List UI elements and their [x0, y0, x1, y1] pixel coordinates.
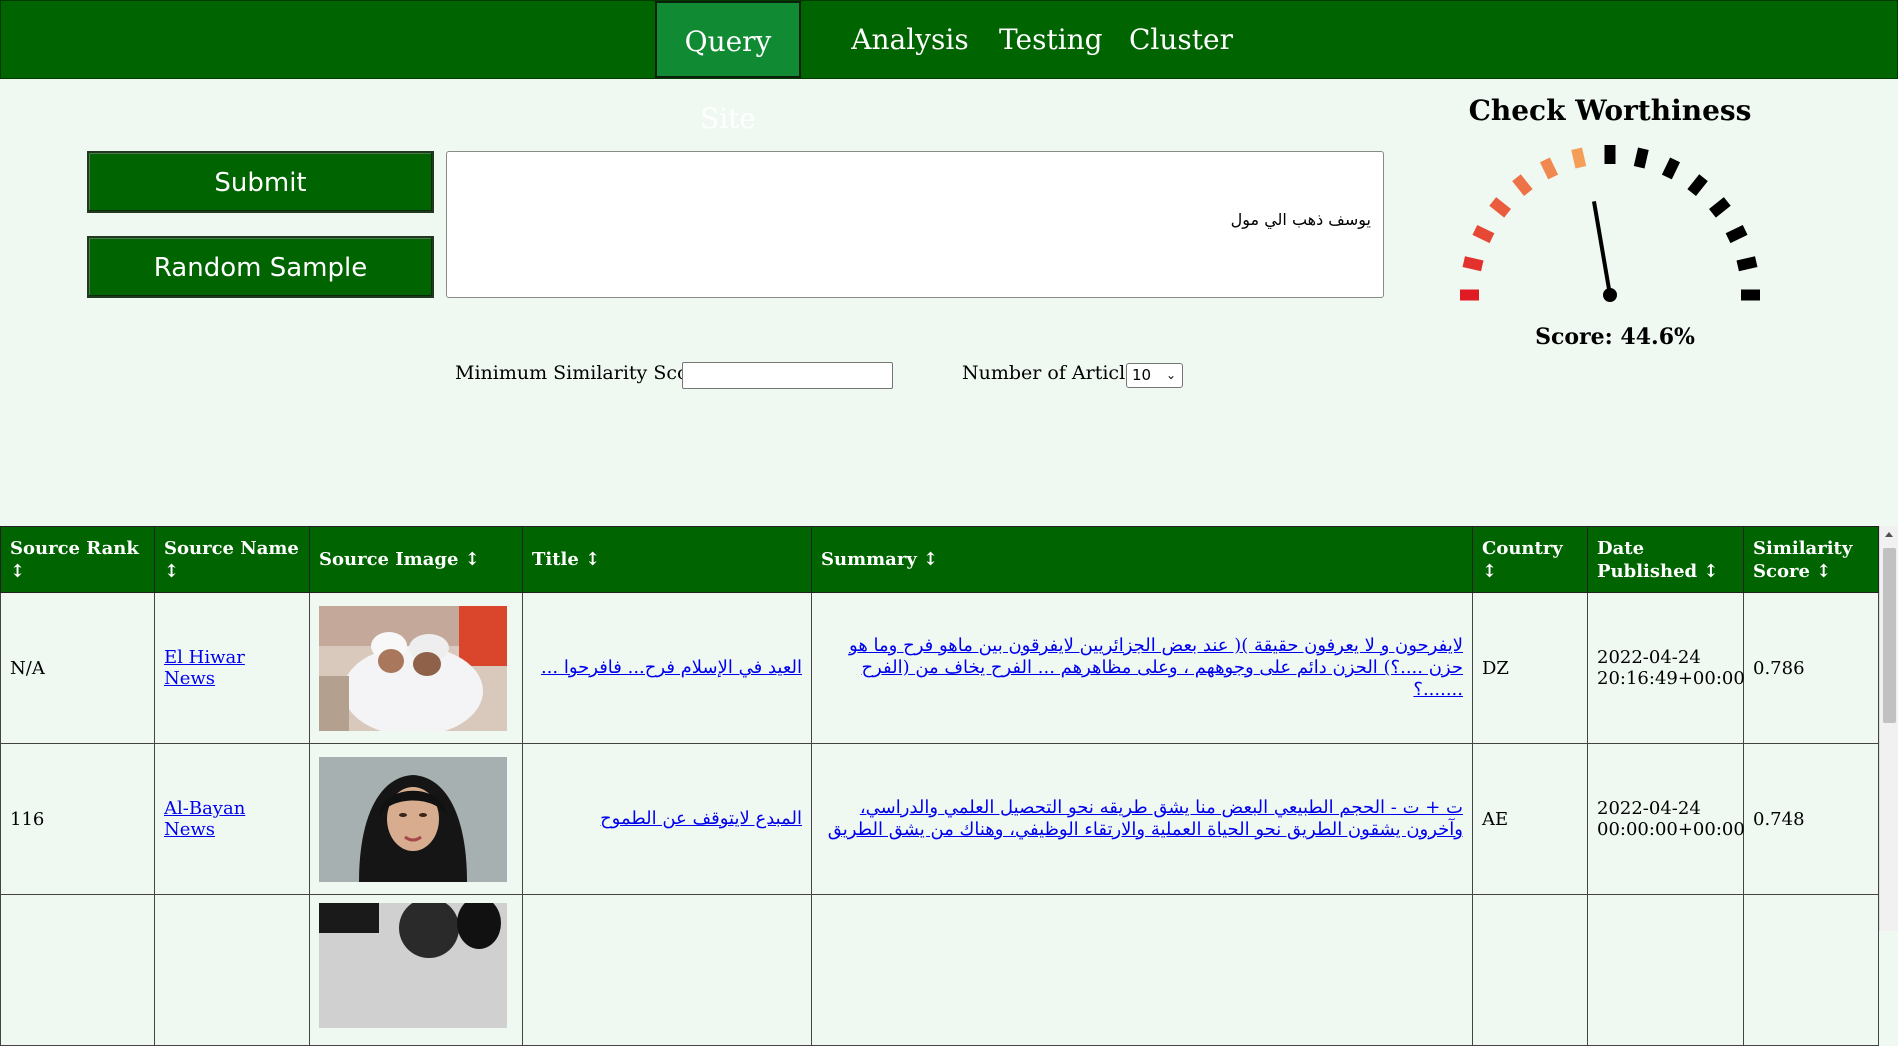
cell-rank: N/A: [0, 592, 155, 744]
header-source-rank[interactable]: Source Rank ↕: [0, 526, 155, 593]
gauge-tick: [1472, 224, 1495, 244]
header-source-image[interactable]: Source Image ↕: [309, 526, 523, 593]
cell-title: العيد في الإسلام فرح... فافرحوا ...: [522, 592, 812, 744]
similarity-input[interactable]: [682, 362, 893, 389]
gauge-tick: [1708, 197, 1731, 218]
source-image[interactable]: [319, 756, 507, 882]
cell-summary: لايفرحون و لا يعرفون حقيقة )( عند بعض ال…: [811, 592, 1473, 744]
cell-image: [309, 743, 523, 895]
gauge-tick: [1489, 197, 1512, 218]
cell-source: [154, 894, 310, 1046]
nav-cluster[interactable]: Cluster: [1129, 1, 1233, 78]
gauge-tick: [1633, 147, 1649, 169]
vertical-scrollbar[interactable]: [1879, 526, 1898, 931]
cell-rank: 116: [0, 743, 155, 895]
summary-link[interactable]: ت + ت - الحجم الطبيعي البعض منا يشق طريق…: [828, 797, 1463, 840]
table-row: [0, 894, 1879, 1046]
check-worthiness-gauge: [1460, 145, 1760, 302]
nav-testing[interactable]: Testing: [999, 1, 1103, 78]
scrollbar-thumb[interactable]: [1883, 548, 1896, 723]
cell-score: 0.748: [1743, 743, 1879, 895]
cell-date: 2022-04-24 20:16:49+00:00: [1587, 592, 1745, 744]
similarity-label: Minimum Similarity Score:: [455, 362, 716, 384]
articles-select-value: 10: [1132, 366, 1152, 384]
header-source-name[interactable]: Source Name ↕: [154, 526, 310, 593]
cell-date: [1587, 894, 1744, 1046]
gauge-score: Score: 44.6%: [1535, 324, 1695, 350]
source-image[interactable]: [319, 605, 507, 731]
cell-country: [1472, 894, 1588, 1046]
cell-score: 0.786: [1743, 592, 1879, 744]
gauge-tick: [1687, 174, 1708, 197]
gauge-tick: [1661, 157, 1681, 180]
gauge-needle: [1591, 201, 1612, 296]
gauge-title: Check Worthiness: [1468, 94, 1752, 127]
cell-date: 2022-04-24 00:00:00+00:00: [1587, 743, 1745, 895]
source-link[interactable]: Al-Bayan News: [164, 798, 245, 840]
cell-score: [1743, 894, 1879, 1046]
cell-image: [309, 592, 523, 744]
gauge-tick: [1571, 147, 1587, 169]
cell-summary: [811, 894, 1473, 1046]
cell-source: Al-Bayan News: [154, 743, 310, 895]
scroll-up-icon[interactable]: [1885, 532, 1893, 537]
header-summary[interactable]: Summary ↕: [811, 526, 1473, 593]
table-header-row: Source Rank ↕ Source Name ↕ Source Image…: [0, 526, 1879, 593]
summary-link[interactable]: لايفرحون و لا يعرفون حقيقة )( عند بعض ال…: [849, 635, 1463, 700]
nav-analysis[interactable]: Analysis: [851, 1, 969, 78]
source-image[interactable]: [319, 903, 507, 1028]
gauge-tick: [1736, 256, 1758, 272]
header-date-published[interactable]: Date Published ↕: [1587, 526, 1744, 593]
table-row: 116 Al-Bayan News المبدع لايتوقف عن الطم…: [0, 743, 1879, 895]
cell-image: [309, 894, 523, 1046]
top-nav: Query Site Analysis Testing Cluster: [0, 0, 1898, 135]
random-sample-button[interactable]: Random Sample: [87, 236, 434, 298]
chevron-down-icon: ⌄: [1165, 368, 1176, 382]
cell-title: [522, 894, 812, 1046]
source-link[interactable]: El Hiwar News: [164, 647, 245, 689]
header-country[interactable]: Country ↕: [1472, 526, 1588, 593]
cell-summary: ت + ت - الحجم الطبيعي البعض منا يشق طريق…: [811, 743, 1473, 895]
header-title[interactable]: Title ↕: [522, 526, 812, 593]
title-link[interactable]: العيد في الإسلام فرح... فافرحوا ...: [541, 657, 802, 678]
results-table: Source Rank ↕ Source Name ↕ Source Image…: [0, 526, 1879, 1046]
nav-query-site[interactable]: Query Site: [655, 1, 801, 135]
title-link[interactable]: المبدع لايتوقف عن الطموح: [600, 808, 802, 829]
articles-select[interactable]: 10 ⌄: [1126, 363, 1183, 388]
header-similarity-score[interactable]: Similarity Score ↕: [1743, 526, 1879, 593]
query-textarea[interactable]: يوسف ذهب الي مول: [446, 151, 1384, 298]
cell-country: DZ: [1472, 592, 1588, 744]
cell-title: المبدع لايتوقف عن الطموح: [522, 743, 812, 895]
gauge-tick: [1725, 224, 1748, 244]
gauge-tick: [1462, 256, 1484, 272]
gauge-tick: [1539, 157, 1559, 180]
table-row: N/A El Hiwar News العيد في الإسلام فرح..…: [0, 592, 1879, 744]
submit-button[interactable]: Submit: [87, 151, 434, 213]
cell-source: El Hiwar News: [154, 592, 310, 744]
cell-country: AE: [1472, 743, 1588, 895]
gauge-tick: [1512, 174, 1533, 197]
gauge-hub: [1603, 288, 1617, 302]
articles-label: Number of Articles:: [962, 362, 1153, 384]
cell-rank: [0, 894, 155, 1046]
